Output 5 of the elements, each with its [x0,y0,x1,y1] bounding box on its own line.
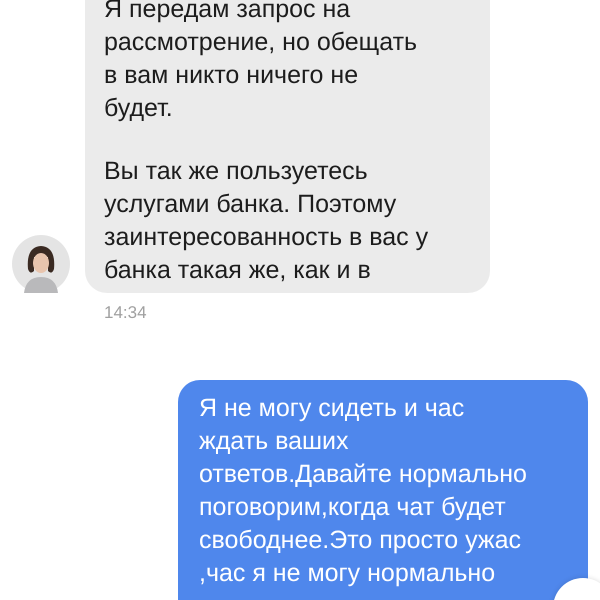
avatar-icon[interactable] [12,235,70,293]
message-text: Я передам запрос на рассмотрение, но обещать в вам никто ничего не будет. [104,0,418,124]
message-text: Я не могу сидеть и час ждать ваших ответов.Давайте нормально поговорим,когда чат будет свободнее.Это просто ужас ,час я не могу нормально [199,392,528,588]
message-text: Вы так же пользуетесь услугами банка. Поэтому заинтересованность в вас у банка такая же, как и в [104,156,430,286]
message-time: 14:34 [104,302,147,324]
